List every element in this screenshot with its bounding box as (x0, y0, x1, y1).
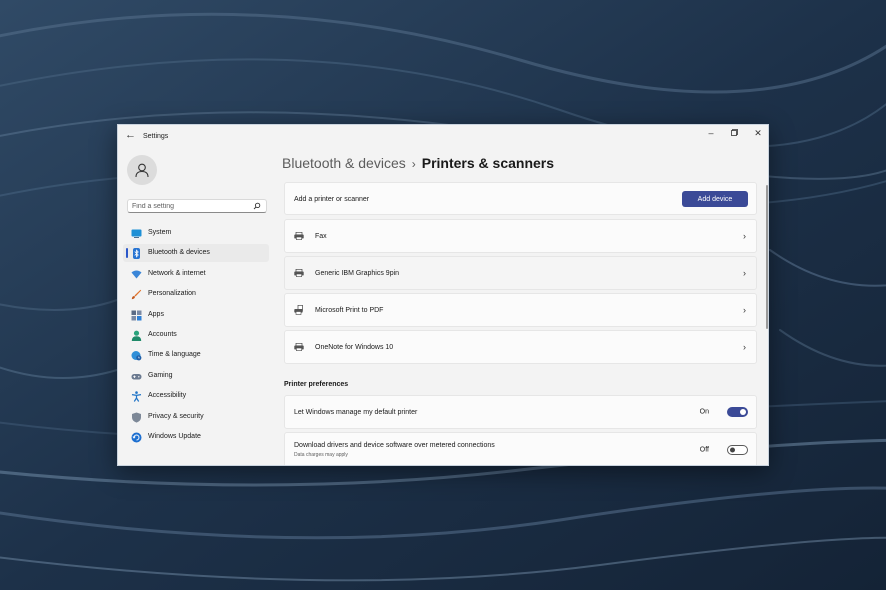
printer-row-microsoft-pdf[interactable]: Microsoft Print to PDF › (284, 293, 757, 327)
printer-icon (294, 269, 304, 277)
setting-sublabel: Data charges may apply (294, 452, 348, 458)
sidebar-item-network[interactable]: Network & internet (123, 265, 269, 283)
toggle-state-label: On (699, 408, 709, 416)
printer-icon (294, 343, 304, 351)
sidebar-item-label: Apps (148, 310, 164, 318)
sidebar-item-label: System (148, 229, 172, 236)
page-title: Printers & scanners (421, 155, 555, 171)
sidebar-item-apps[interactable]: Apps (123, 306, 269, 324)
metered-download-setting: Download drivers and device software ove… (284, 432, 757, 465)
monitor-icon (131, 229, 142, 238)
sidebar-item-system[interactable]: System (123, 224, 269, 242)
user-icon (135, 163, 149, 178)
chevron-right-icon: › (743, 268, 746, 278)
pdf-printer-icon (294, 305, 303, 315)
default-printer-setting: Let Windows manage my default printer On (284, 395, 757, 429)
printer-name: OneNote for Windows 10 (315, 344, 394, 351)
search-icon[interactable] (253, 202, 261, 210)
accessibility-icon (131, 391, 142, 402)
printer-name: Fax (315, 233, 327, 240)
bluetooth-icon (133, 248, 140, 260)
printer-row-fax[interactable]: Fax › (284, 219, 757, 253)
sidebar-item-bluetooth-devices[interactable]: Bluetooth & devices (123, 244, 269, 263)
scrollbar[interactable] (766, 185, 768, 329)
default-printer-toggle[interactable] (727, 407, 748, 417)
chevron-right-icon: › (743, 305, 746, 315)
search-box[interactable] (127, 199, 267, 213)
printer-row-onenote[interactable]: OneNote for Windows 10 › (284, 330, 757, 364)
sidebar-item-label: Network & internet (148, 269, 206, 277)
sidebar-item-label: Privacy & security (148, 412, 204, 420)
chevron-right-icon: › (743, 342, 746, 352)
sidebar-item-label: Windows Update (148, 432, 201, 440)
sidebar-item-label: Accessibility (148, 392, 187, 400)
controller-icon (131, 373, 142, 380)
apps-icon (131, 310, 142, 321)
sidebar-item-label: Personalization (148, 290, 196, 298)
printer-preferences-heading: Printer preferences (284, 381, 349, 388)
toggle-knob (740, 409, 746, 415)
brush-icon (131, 289, 142, 300)
sidebar-item-privacy-security[interactable]: Privacy & security (123, 408, 269, 426)
chevron-right-icon: › (743, 231, 746, 241)
metered-download-toggle[interactable] (727, 445, 748, 455)
sidebar-nav: System Bluetooth & devices Network & int… (123, 224, 269, 448)
toggle-state-label: Off (699, 446, 709, 454)
close-icon[interactable]: ✕ (751, 128, 765, 139)
app-title: Settings (143, 133, 169, 140)
globe-clock-icon (131, 351, 142, 361)
sidebar-item-accessibility[interactable]: Accessibility (123, 387, 269, 405)
avatar[interactable] (127, 155, 157, 185)
back-arrow-icon[interactable]: ← (125, 129, 136, 141)
add-printer-card: Add a printer or scanner Add device (284, 182, 757, 215)
update-icon (131, 432, 142, 443)
restore-icon[interactable] (727, 128, 741, 138)
sidebar-item-accounts[interactable]: Accounts (123, 326, 269, 344)
add-device-button[interactable]: Add device (682, 191, 748, 207)
sidebar-item-label: Gaming (148, 371, 173, 379)
minimize-icon[interactable]: – (704, 128, 718, 138)
printer-icon (294, 232, 304, 240)
sidebar-item-windows-update[interactable]: Windows Update (123, 428, 269, 446)
active-indicator (126, 248, 128, 259)
toggle-knob (730, 447, 735, 453)
breadcrumb-separator: › (411, 157, 416, 171)
setting-label: Download drivers and device software ove… (294, 442, 495, 449)
breadcrumb: Bluetooth & devices › Printers & scanners (282, 155, 554, 171)
printer-row-generic-ibm[interactable]: Generic IBM Graphics 9pin › (284, 256, 757, 290)
printer-name: Generic IBM Graphics 9pin (315, 270, 400, 277)
breadcrumb-parent[interactable]: Bluetooth & devices (282, 155, 406, 171)
printer-name: Microsoft Print to PDF (315, 307, 384, 314)
search-input[interactable] (132, 201, 247, 211)
sidebar-item-label: Accounts (148, 330, 177, 338)
title-bar: ← Settings – ✕ (118, 125, 768, 147)
sidebar-item-gaming[interactable]: Gaming (123, 367, 269, 385)
sidebar-item-label: Time & language (148, 351, 201, 359)
sidebar-item-label: Bluetooth & devices (148, 249, 210, 257)
shield-icon (132, 412, 141, 423)
sidebar-item-personalization[interactable]: Personalization (123, 285, 269, 303)
sidebar-item-time-language[interactable]: Time & language (123, 346, 269, 364)
wifi-icon (131, 270, 142, 279)
person-icon (131, 330, 142, 341)
setting-label: Let Windows manage my default printer (294, 409, 418, 416)
settings-window: ← Settings – ✕ System Bluetooth & device… (117, 124, 769, 466)
add-printer-label: Add a printer or scanner (294, 196, 370, 203)
